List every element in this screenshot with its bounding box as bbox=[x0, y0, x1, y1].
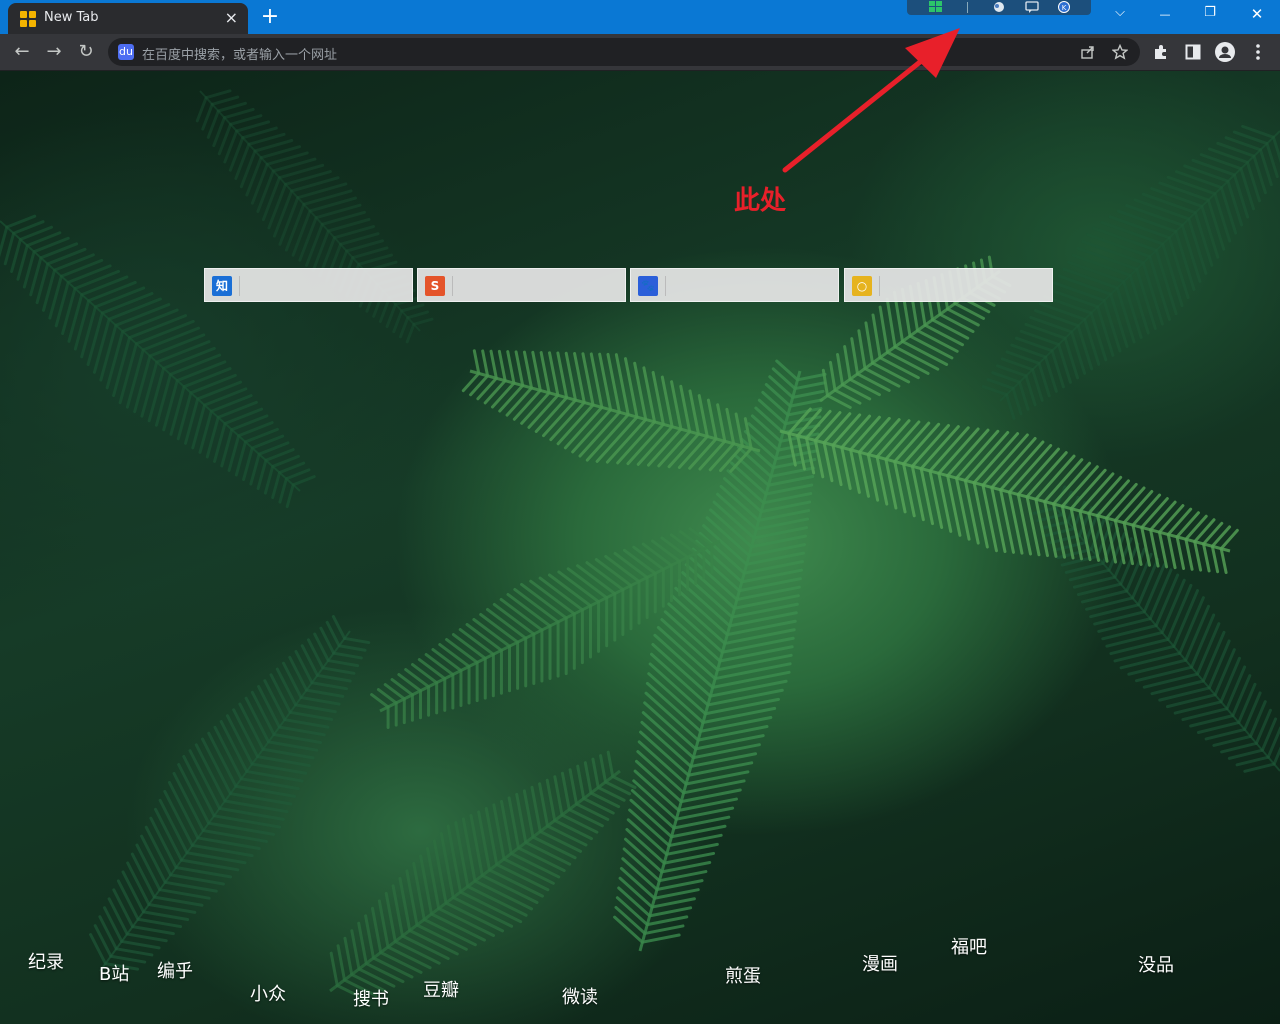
site-link-douban[interactable]: 豆瓣 bbox=[423, 976, 459, 1002]
annotation-arrow bbox=[782, 28, 960, 173]
site-link-weidu[interactable]: 微读 bbox=[562, 983, 598, 1009]
site-link-fuba[interactable]: 福吧 bbox=[951, 933, 987, 959]
site-link-meipin[interactable]: 没品 bbox=[1138, 951, 1174, 977]
site-link-bilibili[interactable]: B站 bbox=[99, 960, 129, 986]
site-link-bianhu[interactable]: 编乎 bbox=[157, 957, 193, 983]
annotation-label: 此处 bbox=[734, 186, 787, 216]
site-link-jilu[interactable]: 纪录 bbox=[28, 948, 64, 974]
site-link-jiandan[interactable]: 煎蛋 bbox=[725, 962, 761, 988]
site-link-manhua[interactable]: 漫画 bbox=[862, 950, 898, 976]
site-link-soushu[interactable]: 搜书 bbox=[353, 985, 389, 1011]
site-link-xiaozhong[interactable]: 小众 bbox=[250, 980, 286, 1006]
